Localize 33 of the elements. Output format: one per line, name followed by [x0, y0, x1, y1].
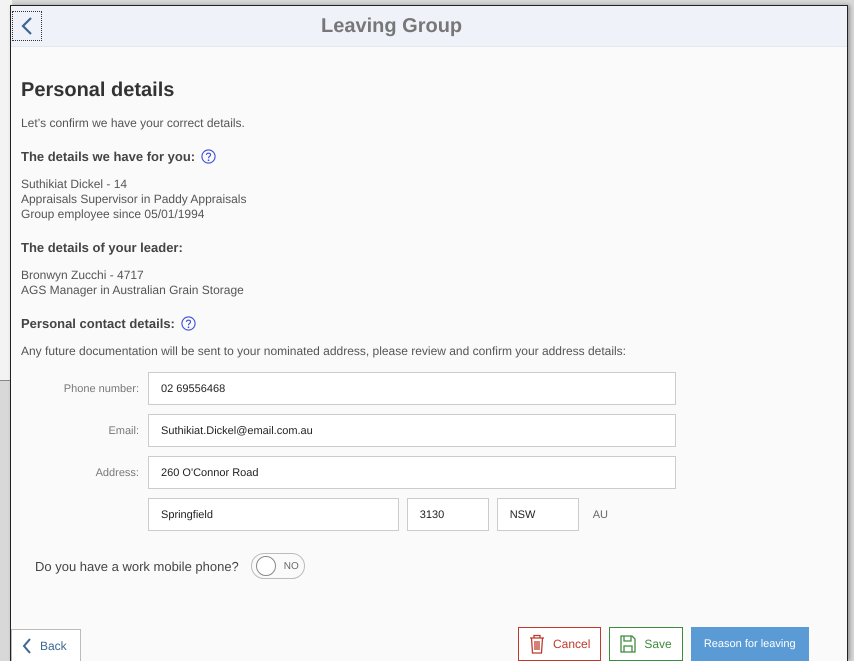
section-title: The details of your leader:: [21, 240, 183, 255]
back-button[interactable]: Back: [11, 629, 81, 661]
toggle-switch[interactable]: NO: [250, 553, 305, 579]
save-button[interactable]: Save: [609, 627, 683, 661]
question-text: Do you have a work mobile phone?: [35, 558, 239, 574]
window-title: Leaving Group: [321, 14, 462, 38]
section-title: The details we have for you:: [21, 149, 196, 164]
input-field[interactable]: 260 O'Connor Road: [148, 456, 676, 489]
field-label: Address:: [94, 466, 139, 478]
input-field[interactable]: 02 69556468: [148, 372, 676, 405]
back-icon: [21, 16, 33, 36]
help-icon[interactable]: [201, 149, 216, 164]
help-icon[interactable]: [180, 316, 196, 331]
input-field[interactable]: Suthikiat.Dickel@email.com.au: [148, 414, 676, 447]
postcode-field[interactable]: 3130: [406, 498, 489, 531]
page-heading: Personal details: [21, 79, 176, 102]
section-title: Personal contact details:: [21, 316, 175, 331]
detail-text: Any future documentation will be sent to your nominated address, please review and confirm your address details:: [21, 344, 627, 359]
back-icon: [22, 638, 32, 654]
cancel-button[interactable]: Cancel: [518, 627, 602, 661]
country-text: AU: [592, 508, 608, 520]
back-button[interactable]: [12, 11, 42, 41]
detail-text: Group employee since 05/01/1994: [21, 207, 206, 222]
state-field[interactable]: NSW: [496, 498, 579, 531]
field-label: Phone number:: [62, 382, 139, 394]
trash-icon: [529, 634, 545, 654]
detail-text: Bronwyn Zucchi - 4717: [21, 268, 145, 283]
detail-text: Suthikiat Dickel - 14: [21, 177, 128, 192]
detail-text: Appraisals Supervisor in Paddy Appraisals: [21, 192, 248, 207]
field-label: Email:: [107, 424, 139, 436]
city-field[interactable]: Springfield: [148, 498, 399, 531]
intro-text: Let’s confirm we have your correct details.: [21, 116, 246, 131]
detail-text: AGS Manager in Australian Grain Storage: [21, 283, 245, 298]
